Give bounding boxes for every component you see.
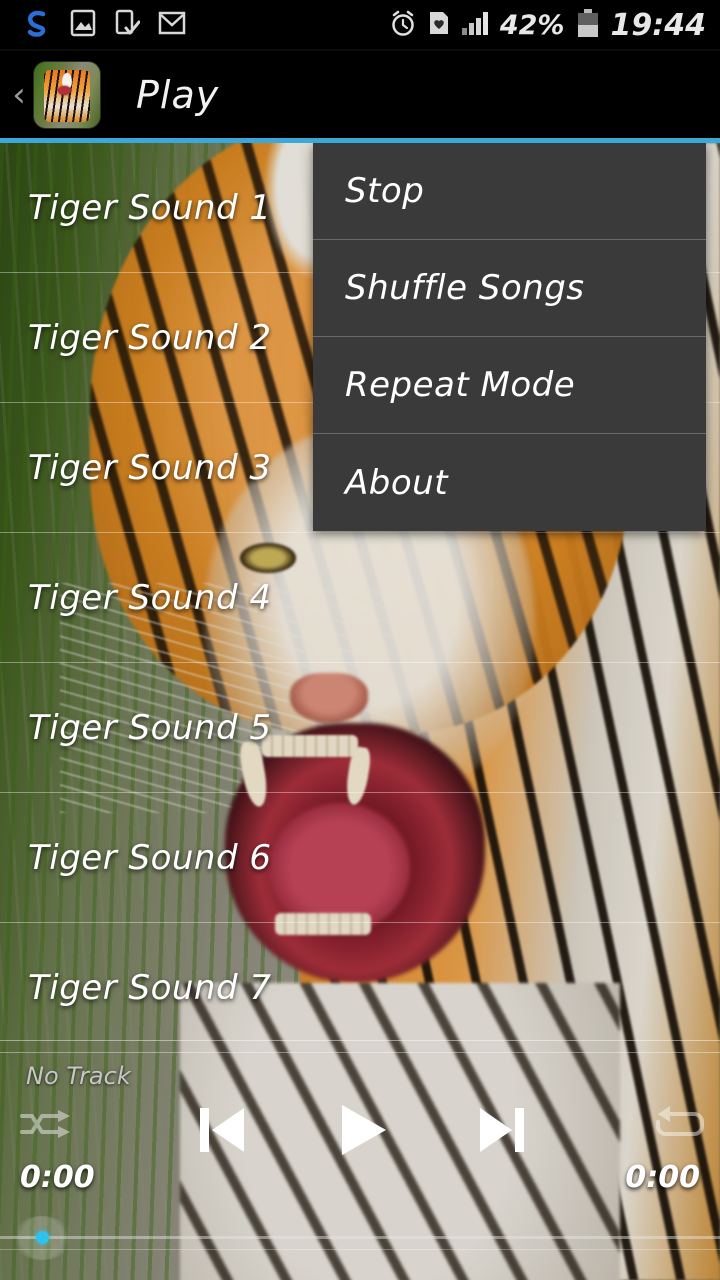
current-time-label: 0:00	[20, 1160, 95, 1195]
menu-item-repeat-mode[interactable]: Repeat Mode	[313, 337, 706, 434]
next-track-icon[interactable]	[476, 1102, 528, 1158]
app-icon[interactable]	[34, 61, 100, 128]
list-item[interactable]: Tiger Sound 7	[0, 923, 720, 1053]
signal-bars-icon	[461, 10, 489, 40]
accent-divider	[0, 138, 720, 143]
track-title: Tiger Sound 4	[28, 577, 272, 618]
status-bar: 42% 19:44	[0, 0, 720, 50]
player-bar: No Track 0:00 0:00	[0, 1040, 720, 1280]
play-icon[interactable]	[334, 1100, 390, 1160]
now-playing-label: No Track	[26, 1062, 131, 1090]
back-icon[interactable]: ‹	[6, 78, 32, 112]
track-title: Tiger Sound 3	[28, 447, 272, 488]
app-screen: Tiger Sound 1 Tiger Sound 2 Tiger Sound …	[0, 0, 720, 1280]
status-left-icons	[0, 8, 186, 42]
overflow-dropdown-menu[interactable]: Stop Shuffle Songs Repeat Mode About	[313, 143, 706, 531]
track-title: Tiger Sound 2	[28, 317, 272, 358]
track-title: Tiger Sound 6	[28, 837, 272, 878]
menu-item-stop[interactable]: Stop	[313, 143, 706, 240]
seek-thumb[interactable]	[36, 1231, 49, 1244]
total-time-label: 0:00	[625, 1160, 700, 1195]
list-item[interactable]: Tiger Sound 4	[0, 533, 720, 663]
repeat-icon[interactable]	[652, 1102, 708, 1148]
list-item[interactable]: Tiger Sound 5	[0, 663, 720, 793]
alarm-clock-icon	[389, 9, 417, 41]
status-right-icons: 42% 19:44	[389, 8, 720, 43]
action-bar: ‹ Play	[0, 51, 720, 138]
seek-track	[0, 1236, 720, 1239]
s-logo-icon	[22, 8, 52, 42]
phone-check-icon	[114, 9, 141, 41]
player-divider	[0, 1040, 720, 1041]
track-title: Tiger Sound 7	[28, 967, 272, 1008]
bottom-divider	[0, 1249, 720, 1250]
seek-bar[interactable]	[0, 1212, 720, 1264]
status-bar-underline	[0, 49, 720, 51]
battery-percent-label: 42%	[499, 9, 565, 41]
list-item[interactable]: Tiger Sound 6	[0, 793, 720, 923]
page-title: Play	[136, 72, 220, 117]
shuffle-icon[interactable]	[16, 1102, 72, 1148]
track-title: Tiger Sound 1	[28, 187, 272, 228]
battery-icon	[576, 8, 600, 42]
previous-track-icon[interactable]	[196, 1102, 248, 1158]
clock-label: 19:44	[610, 7, 707, 43]
health-heart-icon	[428, 9, 450, 41]
gmail-icon	[158, 10, 186, 40]
gallery-icon	[70, 9, 96, 41]
track-title: Tiger Sound 5	[28, 707, 272, 748]
menu-item-about[interactable]: About	[313, 434, 706, 531]
menu-item-shuffle-songs[interactable]: Shuffle Songs	[313, 240, 706, 337]
